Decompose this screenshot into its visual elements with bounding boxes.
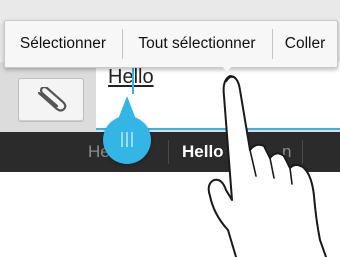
touch-hand-icon	[207, 75, 327, 257]
